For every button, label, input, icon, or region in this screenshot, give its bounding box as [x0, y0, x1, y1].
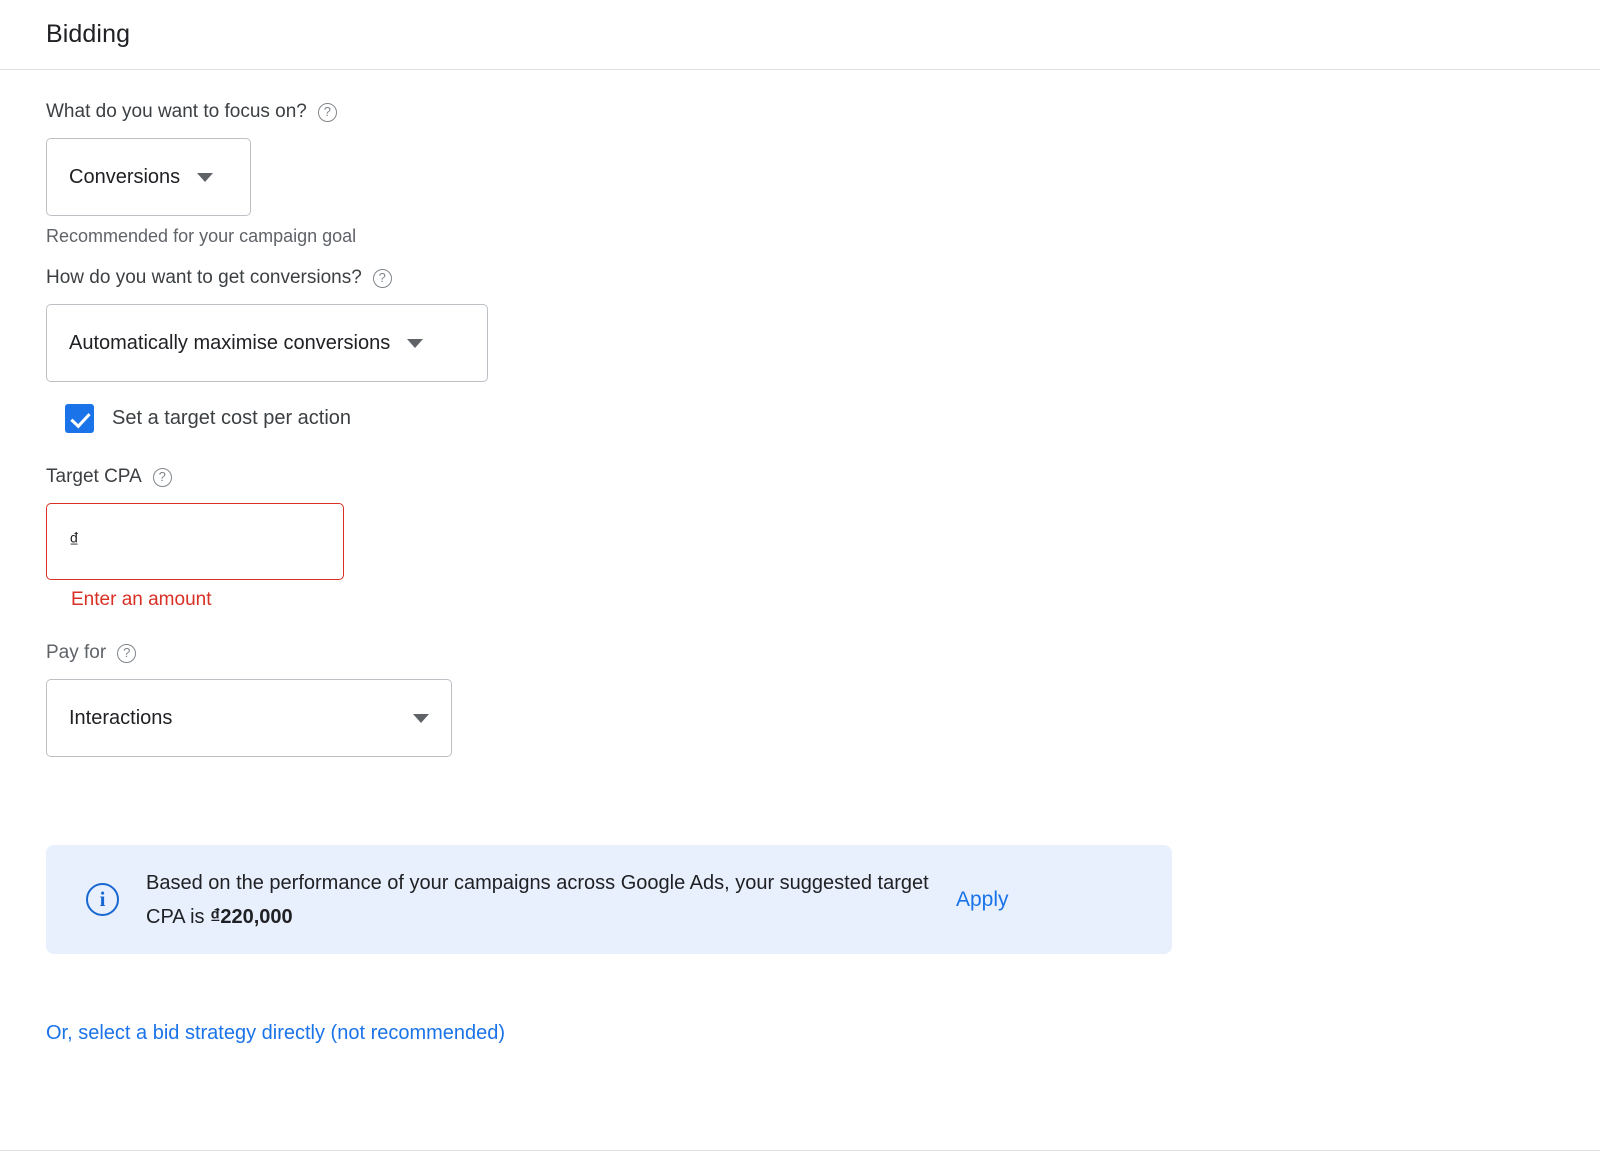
focus-select-value: Conversions: [69, 165, 181, 188]
chevron-down-icon-pay-for: [413, 713, 429, 723]
target-cpa-checkbox-row[interactable]: Set a target cost per action: [65, 404, 351, 433]
pay-for-label-row: Pay for ?: [46, 641, 1554, 665]
info-circle-icon: i: [86, 883, 119, 916]
page-title: Bidding: [46, 20, 131, 48]
bidding-form: What do you want to focus on? ? Conversi…: [0, 70, 1600, 1045]
panel-header: Bidding: [0, 0, 1600, 70]
target-cpa-error: Enter an amount: [71, 589, 212, 610]
target-cpa-label: Target CPA: [46, 466, 142, 487]
target-cpa-input[interactable]: ₫: [46, 503, 344, 580]
conversion-method-select-value: Automatically maximise conversions: [69, 331, 391, 354]
focus-label-row: What do you want to focus on? ?: [46, 100, 1554, 124]
conversion-method-label: How do you want to get conversions?: [46, 267, 362, 288]
footer-divider: [0, 1150, 1600, 1151]
suggested-cpa-banner: i Based on the performance of your campa…: [46, 845, 1172, 954]
chevron-down-icon-conversion-method: [407, 338, 424, 348]
pay-for-select[interactable]: Interactions: [46, 679, 452, 757]
suggested-cpa-text: Based on the performance of your campaig…: [146, 866, 936, 934]
focus-select[interactable]: Conversions: [46, 138, 251, 216]
help-circle-icon-conversion-method[interactable]: ?: [372, 268, 392, 288]
focus-helper-text: Recommended for your campaign goal: [46, 226, 357, 246]
pay-for-select-value: Interactions: [69, 706, 173, 729]
target-cpa-checkbox-label: Set a target cost per action: [112, 407, 352, 429]
pay-for-label: Pay for: [46, 642, 107, 663]
chevron-down-icon-focus: [197, 172, 214, 182]
focus-label: What do you want to focus on?: [46, 101, 307, 122]
conversion-method-label-row: How do you want to get conversions? ?: [46, 266, 1554, 290]
target-cpa-label-row: Target CPA ?: [46, 465, 1554, 489]
help-circle-icon-pay-for[interactable]: ?: [117, 643, 137, 663]
help-circle-icon-target-cpa[interactable]: ?: [152, 467, 172, 487]
apply-button[interactable]: Apply: [956, 888, 1009, 912]
conversion-method-select[interactable]: Automatically maximise conversions: [46, 304, 488, 382]
help-circle-icon-focus[interactable]: ?: [317, 102, 337, 122]
target-cpa-checkbox[interactable]: [65, 404, 94, 433]
suggested-cpa-amount: ₫220,000: [210, 905, 293, 928]
select-bid-strategy-link[interactable]: Or, select a bid strategy directly (not …: [46, 1022, 505, 1045]
currency-symbol: ₫: [69, 530, 80, 552]
